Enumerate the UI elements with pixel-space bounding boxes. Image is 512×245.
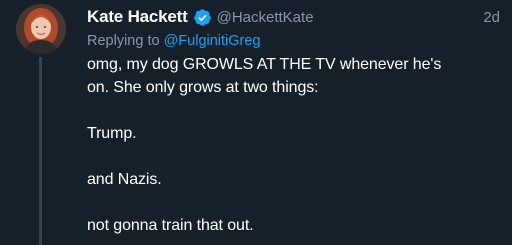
display-name[interactable]: Kate Hackett <box>87 7 188 27</box>
tweet-timestamp[interactable]: 2d <box>483 9 500 26</box>
tweet[interactable]: Kate Hackett @HackettKate 2d Replying to… <box>0 0 512 245</box>
tweet-text-line: omg, my dog GROWLS AT THE TV whenever he… <box>87 56 442 73</box>
replying-to-mention-link[interactable]: @FulginitiGreg <box>164 33 261 49</box>
user-handle[interactable]: @HackettKate <box>217 9 314 26</box>
verified-badge-icon <box>193 8 212 27</box>
tweet-text-line: Trump. <box>87 125 137 142</box>
tweet-text-line: not gonna train that out. <box>87 217 254 234</box>
tweet-header: Kate Hackett @HackettKate <box>87 4 502 30</box>
replying-to-line: Replying to @FulginitiGreg <box>87 30 502 52</box>
tweet-content: Kate Hackett @HackettKate 2d Replying to… <box>87 4 502 237</box>
thread-connector-line <box>39 57 42 245</box>
tweet-text-line: and Nazis. <box>87 171 162 188</box>
avatar-photo <box>16 4 66 54</box>
tweet-text-line: on. She only grows at two things: <box>87 79 319 96</box>
avatar[interactable] <box>16 4 66 54</box>
tweet-text: omg, my dog GROWLS AT THE TV whenever he… <box>87 53 502 237</box>
replying-to-label: Replying to <box>87 33 160 49</box>
